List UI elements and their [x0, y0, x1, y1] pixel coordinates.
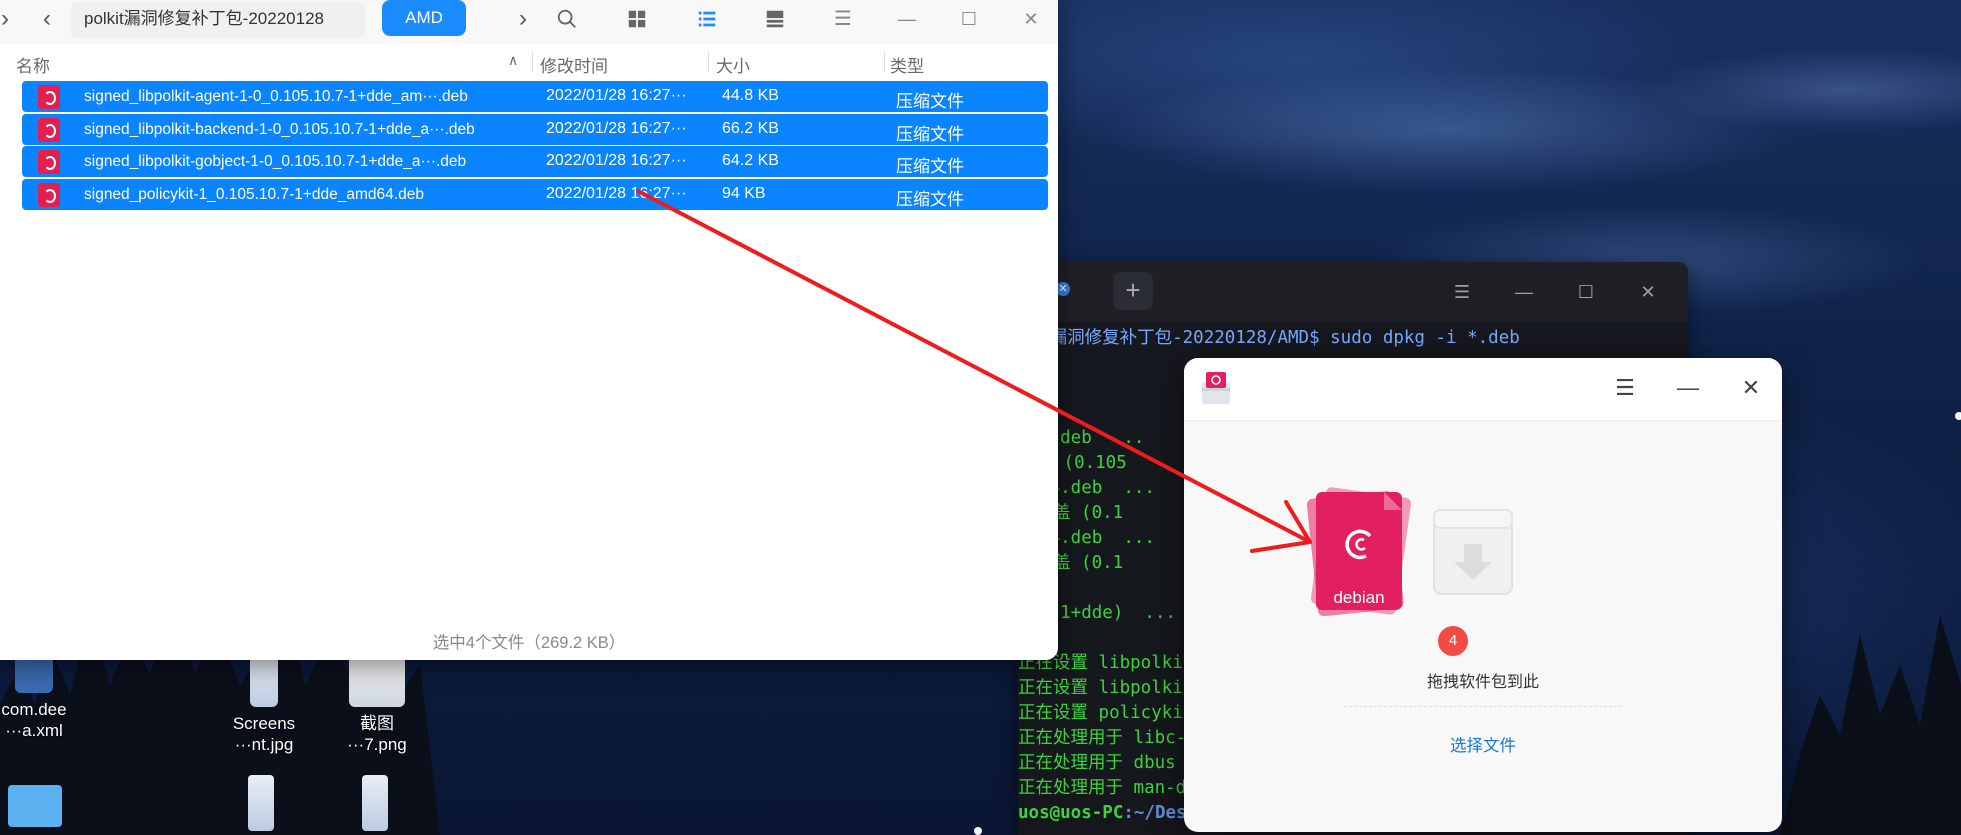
- desktop-icon-label: Screens: [232, 714, 296, 733]
- minimize-icon[interactable]: —: [1512, 280, 1536, 304]
- file-size: 64.2 KB: [722, 152, 779, 169]
- desktop-icon-screenshot-png[interactable]: 截图 ···7.png: [327, 655, 427, 755]
- deb-package-icon: [38, 182, 60, 207]
- breadcrumb-folder[interactable]: polkit漏洞修复补丁包-20220128: [70, 2, 366, 38]
- menu-icon[interactable]: ☰: [1450, 280, 1474, 304]
- file-row[interactable]: signed_policykit-1_0.105.10.7-1+dde_amd6…: [22, 178, 1048, 210]
- file-name: signed_libpolkit-backend-1-0_0.105.10.7-…: [84, 120, 475, 138]
- desktop-icon-label: com.dee: [1, 700, 67, 719]
- detail-panel-icon[interactable]: [760, 4, 790, 34]
- column-size[interactable]: 大小: [716, 52, 750, 77]
- minimize-icon[interactable]: —: [1675, 376, 1701, 402]
- deb-package-icon: [38, 85, 60, 109]
- file-modified: 2022/01/28 16:27···: [546, 87, 687, 104]
- installer-titlebar: ☰ — ✕: [1184, 358, 1782, 420]
- file-size: 94 KB: [722, 184, 766, 202]
- minimize-icon[interactable]: —: [892, 4, 922, 34]
- maximize-icon[interactable]: ☐: [1574, 280, 1598, 304]
- back-button[interactable]: ‹: [34, 6, 60, 34]
- image-file-icon: [250, 655, 278, 707]
- image-file-icon[interactable]: [362, 775, 388, 831]
- search-icon[interactable]: [552, 4, 582, 34]
- file-manager-titlebar: › ‹ polkit漏洞修复补丁包-20220128 AMD › ☰ — ☐ ✕: [0, 0, 1058, 44]
- breadcrumb-current[interactable]: AMD: [382, 0, 466, 36]
- file-type: 压缩文件: [896, 92, 964, 111]
- image-file-icon: [349, 655, 405, 707]
- file-name: signed_libpolkit-agent-1-0_0.105.10.7-1+…: [84, 88, 468, 105]
- file-name: signed_libpolkit-gobject-1-0_0.105.10.7-…: [84, 153, 467, 170]
- close-icon[interactable]: ✕: [1016, 4, 1046, 34]
- file-modified: 2022/01/28 16:27···: [546, 119, 687, 137]
- file-manager-window[interactable]: › ‹ polkit漏洞修复补丁包-20220128 AMD › ☰ — ☐ ✕…: [0, 0, 1058, 660]
- column-modified[interactable]: 修改时间: [540, 52, 608, 77]
- deb-package-icon: [38, 117, 60, 142]
- desktop-icon-label: ···nt.jpg: [234, 735, 294, 754]
- icon-view-icon[interactable]: [622, 4, 652, 34]
- maximize-icon[interactable]: ☐: [954, 4, 984, 34]
- xml-file-icon: [15, 655, 53, 693]
- install-box-icon: [1433, 509, 1513, 595]
- menu-icon[interactable]: ☰: [1612, 376, 1638, 402]
- image-file-icon[interactable]: [248, 775, 274, 831]
- tab-close-icon[interactable]: ✕: [1056, 282, 1070, 296]
- file-modified: 2022/01/28 16:27···: [546, 184, 687, 202]
- file-size: 66.2 KB: [722, 119, 779, 137]
- selection-status: 选中4个文件（269.2 KB）: [432, 634, 626, 652]
- new-tab-button[interactable]: +: [1113, 272, 1153, 310]
- file-size: 44.8 KB: [722, 87, 779, 104]
- window-resize-handle[interactable]: [974, 827, 982, 835]
- terminal-line: kit漏洞修复补丁包-20220128/AMD$ sudo dpkg -i *.…: [1018, 328, 1520, 348]
- folder-icon[interactable]: [8, 785, 62, 827]
- forward-button[interactable]: ›: [510, 6, 536, 34]
- divider: [1184, 420, 1782, 421]
- window-resize-handle[interactable]: [1955, 412, 1961, 420]
- close-icon[interactable]: ✕: [1738, 376, 1764, 402]
- deb-package-icon: [38, 150, 60, 174]
- list-view-icon[interactable]: [692, 4, 722, 34]
- column-header: 名称 ∧ 修改时间 大小 类型: [0, 48, 1058, 78]
- file-row[interactable]: signed_libpolkit-gobject-1-0_0.105.10.7-…: [22, 146, 1048, 177]
- file-type: 压缩文件: [896, 157, 964, 176]
- file-row[interactable]: signed_libpolkit-agent-1-0_0.105.10.7-1+…: [22, 81, 1048, 112]
- prompt-user: uos@uos-PC: [1018, 803, 1124, 823]
- installer-app-icon: [1202, 372, 1230, 404]
- file-row[interactable]: signed_libpolkit-backend-1-0_0.105.10.7-…: [22, 113, 1048, 145]
- desktop-icon-label: ···7.png: [347, 735, 407, 754]
- file-type: 压缩文件: [896, 124, 964, 144]
- package-installer-window[interactable]: ☰ — ✕ debian 4 拖拽软件包到此 选择文件: [1184, 358, 1782, 832]
- desktop-icon-xml[interactable]: com.dee ···a.xml: [0, 655, 84, 741]
- sidebar-toggle-icon[interactable]: ›: [0, 6, 18, 34]
- desktop-icon-screenshot-jpg[interactable]: Screens ···nt.jpg: [214, 655, 314, 755]
- desktop-icon-label: ···a.xml: [5, 721, 63, 740]
- file-list: signed_libpolkit-agent-1-0_0.105.10.7-1+…: [22, 81, 1048, 211]
- package-count-badge: 4: [1438, 626, 1468, 656]
- close-icon[interactable]: ✕: [1636, 280, 1660, 304]
- column-type[interactable]: 类型: [890, 52, 924, 77]
- desktop-icon-label: 截图: [360, 714, 394, 733]
- file-name: signed_policykit-1_0.105.10.7-1+dde_amd6…: [84, 185, 424, 203]
- package-label: debian: [1333, 588, 1385, 607]
- sort-ascending-icon[interactable]: ∧: [508, 52, 518, 69]
- file-type: 压缩文件: [896, 189, 964, 209]
- dashed-divider: [1344, 706, 1622, 707]
- choose-file-link[interactable]: 选择文件: [1184, 732, 1782, 756]
- file-modified: 2022/01/28 16:27···: [546, 152, 687, 169]
- drop-hint: 拖拽软件包到此: [1426, 674, 1539, 691]
- column-name[interactable]: 名称: [16, 52, 50, 77]
- terminal-titlebar: ✕ + ☰ — ☐ ✕: [1018, 262, 1688, 322]
- menu-icon[interactable]: ☰: [828, 4, 858, 34]
